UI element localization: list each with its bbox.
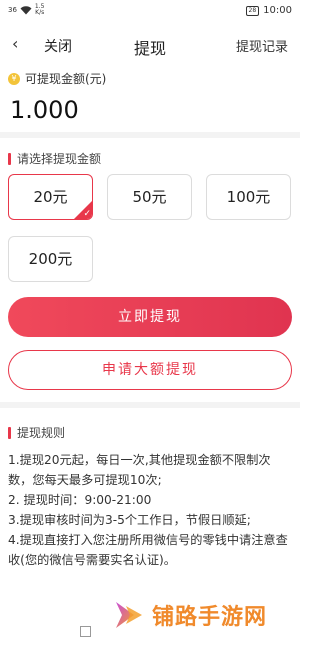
amount-section-title: 请选择提现金额 (17, 152, 102, 166)
clock: 10:00 (263, 5, 292, 16)
network-speed: 1.5 K/s (35, 4, 45, 16)
coin-icon: ¥ (8, 72, 20, 85)
wifi-icon (20, 5, 32, 14)
rules-title: 提现规则 (17, 426, 66, 440)
check-icon: ✓ (83, 209, 91, 219)
status-left: 36 1.5 K/s (8, 4, 44, 16)
watermark-text: 铺路手游网 (152, 605, 268, 630)
amount-option-label: 50元 (132, 188, 167, 206)
rule-line: 4.提现直接打入您注册所用微信号的零钱中请注意查收(您的微信号需要实名认证)。 (8, 533, 288, 567)
watermark: 铺路手游网 (112, 598, 267, 632)
speed-unit: K/s (35, 9, 45, 16)
amount-option-200[interactable]: 200元 (8, 236, 93, 282)
amount-option-20[interactable]: 20元 ✓ (8, 174, 93, 220)
balance-value: 1.000 (10, 96, 79, 124)
withdraw-records-link[interactable]: 提现记录 (236, 36, 288, 55)
divider (0, 402, 300, 408)
amount-option-label: 200元 (28, 250, 73, 268)
balance-label-row: ¥ 可提现金额(元) (8, 70, 106, 87)
bottom-checkbox[interactable] (80, 626, 91, 637)
rules-list: 1.提现20元起，每日一次,其他提现金额不限制次数，您每天最多可提现10次; 2… (8, 450, 292, 570)
amount-option-label: 20元 (33, 188, 68, 206)
amount-option-50[interactable]: 50元 (107, 174, 192, 220)
balance-label: 可提现金额(元) (25, 72, 107, 86)
rule-line: 3.提现审核时间为3-5个工作日，节假日顺延; (8, 513, 251, 527)
amount-option-label: 100元 (226, 188, 271, 206)
amount-section-label: 请选择提现金额 (8, 150, 101, 167)
rule-line: 1.提现20元起，每日一次,其他提现金额不限制次数，您每天最多可提现10次; (8, 453, 271, 487)
section-bar (8, 152, 11, 165)
rules-section-label: 提现规则 (8, 424, 65, 441)
nav-bar: ‹ 关闭 提现 提现记录 (0, 28, 300, 60)
status-right: 28 10:00 (245, 5, 292, 16)
rule-line: 2. 提现时间：9:00-21:00 (8, 493, 152, 507)
divider (0, 132, 300, 138)
status-bar: 36 1.5 K/s 28 10:00 (0, 0, 300, 24)
amount-option-100[interactable]: 100元 (206, 174, 291, 220)
apply-large-withdraw-button[interactable]: 申请大额提现 (8, 350, 292, 390)
watermark-logo-icon (116, 602, 142, 628)
battery-icon: 28 (245, 5, 260, 16)
signal-icon: 36 (8, 6, 17, 14)
section-bar (8, 426, 11, 439)
withdraw-now-button[interactable]: 立即提现 (8, 297, 292, 337)
